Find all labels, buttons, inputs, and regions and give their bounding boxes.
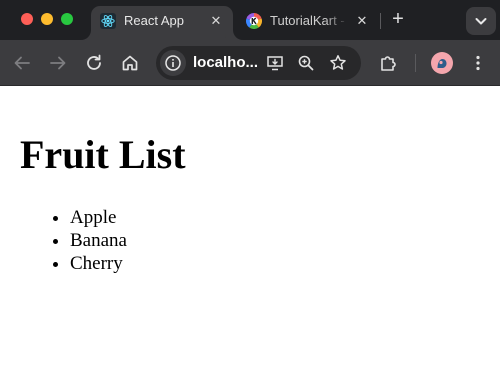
toolbar-divider: [415, 54, 416, 72]
address-bar[interactable]: localho...: [156, 46, 361, 80]
tutorialkart-logo-icon: [246, 13, 262, 29]
tab-close-icon[interactable]: ✕: [207, 12, 225, 30]
tab-title: TutorialKart -: [270, 13, 345, 28]
page-title: Fruit List: [20, 132, 186, 177]
url-text[interactable]: localho...: [193, 54, 258, 72]
react-logo-icon: [100, 13, 116, 29]
tab-strip: React App ✕ TutorialKart - ✕ +: [0, 0, 500, 40]
reload-icon[interactable]: [82, 51, 106, 75]
tab-close-icon[interactable]: ✕: [353, 12, 371, 30]
home-icon[interactable]: [118, 51, 142, 75]
tab-divider: [380, 13, 381, 29]
info-icon: [165, 55, 181, 71]
new-tab-button[interactable]: +: [388, 9, 408, 29]
list-item: Apple: [70, 206, 127, 229]
tab-tutorialkart[interactable]: TutorialKart - ✕: [236, 6, 376, 36]
tab-react-app[interactable]: React App ✕: [91, 6, 233, 40]
kebab-menu-icon[interactable]: [466, 51, 490, 75]
back-arrow-icon[interactable]: [10, 51, 34, 75]
install-app-icon[interactable]: [265, 53, 285, 73]
tab-title: React App: [124, 13, 184, 28]
tab-search-button[interactable]: [466, 7, 496, 35]
browser-window: React App ✕ TutorialKart - ✕ + localho..…: [0, 0, 500, 375]
list-item: Cherry: [70, 252, 127, 275]
extensions-puzzle-icon[interactable]: [376, 51, 400, 75]
window-maximize-button[interactable]: [61, 13, 73, 25]
list-item: Banana: [70, 229, 127, 252]
window-minimize-button[interactable]: [41, 13, 53, 25]
avatar-image: [437, 59, 447, 68]
window-close-button[interactable]: [21, 13, 33, 25]
profile-avatar[interactable]: [431, 52, 453, 74]
zoom-icon[interactable]: [296, 53, 316, 73]
page-content: Fruit List Apple Banana Cherry: [0, 86, 500, 375]
site-info-button[interactable]: [160, 50, 186, 76]
bookmark-star-icon[interactable]: [328, 53, 348, 73]
toolbar: localho...: [0, 40, 500, 86]
forward-arrow-icon[interactable]: [46, 51, 70, 75]
chevron-down-icon: [475, 18, 487, 25]
fruit-list: Apple Banana Cherry: [30, 206, 127, 275]
